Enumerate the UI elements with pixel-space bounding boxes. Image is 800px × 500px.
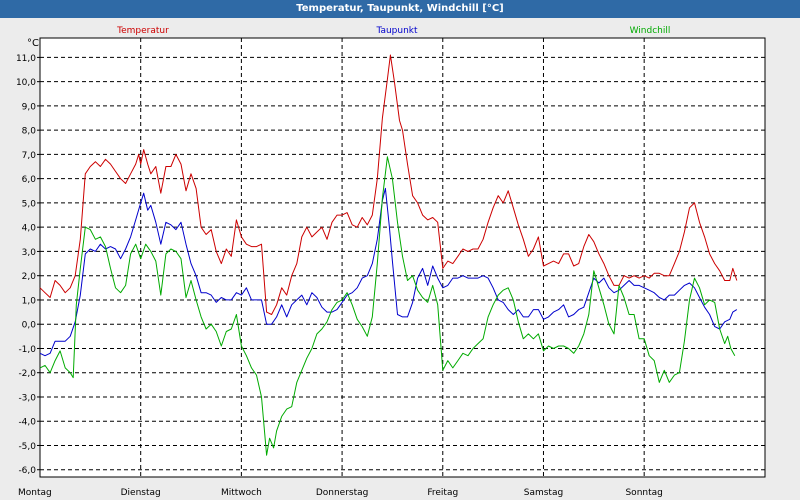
y-tick-label: 6,0 xyxy=(22,175,37,185)
window-title: Temperatur, Taupunkt, Windchill [°C] xyxy=(0,0,800,18)
y-tick-label: -4,0 xyxy=(18,418,36,428)
y-tick-label: -6,0 xyxy=(18,466,36,476)
legend-taupunkt: Taupunkt xyxy=(375,26,418,36)
x-tick-day: Mittwoch xyxy=(221,488,262,498)
y-tick-label: 11,0 xyxy=(16,54,36,64)
legend: Temperatur Taupunkt Windchill xyxy=(116,26,670,36)
y-tick-label: 9,0 xyxy=(22,102,37,112)
legend-temperatur: Temperatur xyxy=(116,26,169,36)
y-axis: 11,0 10,0 9,0 8,0 7,0 6,0 5,0 4,0 3,0 2,0 1,0 0,0 -1… xyxy=(16,54,40,476)
y-tick-label: 5,0 xyxy=(22,199,37,209)
x-tick-day: Samstag xyxy=(524,488,563,498)
y-tick-label: 1,0 xyxy=(22,296,37,306)
y-tick-label: 2,0 xyxy=(22,272,37,282)
y-axis-label: °C xyxy=(27,38,39,49)
y-tick-label: -2,0 xyxy=(18,369,36,379)
chart-window: Temperatur, Taupunkt, Windchill [°C] 11,… xyxy=(0,0,800,500)
x-tick-day: Montag xyxy=(18,488,52,498)
y-tick-label: -3,0 xyxy=(18,393,36,403)
x-tick-day: Dienstag xyxy=(121,488,161,498)
y-tick-label: 8,0 xyxy=(22,127,37,137)
y-tick-label: 0,0 xyxy=(22,321,37,331)
line-chart: 11,0 10,0 9,0 8,0 7,0 6,0 5,0 4,0 3,0 2,0 1,0 0,0 -1… xyxy=(16,26,766,498)
y-tick-label: 4,0 xyxy=(22,224,37,234)
y-tick-label: -5,0 xyxy=(18,442,36,452)
y-tick-label: -1,0 xyxy=(18,345,36,355)
y-tick-label: 10,0 xyxy=(16,78,36,88)
x-tick-day: Freitag xyxy=(427,488,458,498)
y-tick-label: 3,0 xyxy=(22,248,37,258)
legend-windchill: Windchill xyxy=(630,26,671,36)
x-tick-day: Donnerstag xyxy=(316,488,369,498)
x-axis: Montag15.01.18Dienstag16.01.18Mittwoch17… xyxy=(18,488,663,498)
x-tick-day: Sonntag xyxy=(625,488,662,498)
y-tick-label: 7,0 xyxy=(22,151,37,161)
